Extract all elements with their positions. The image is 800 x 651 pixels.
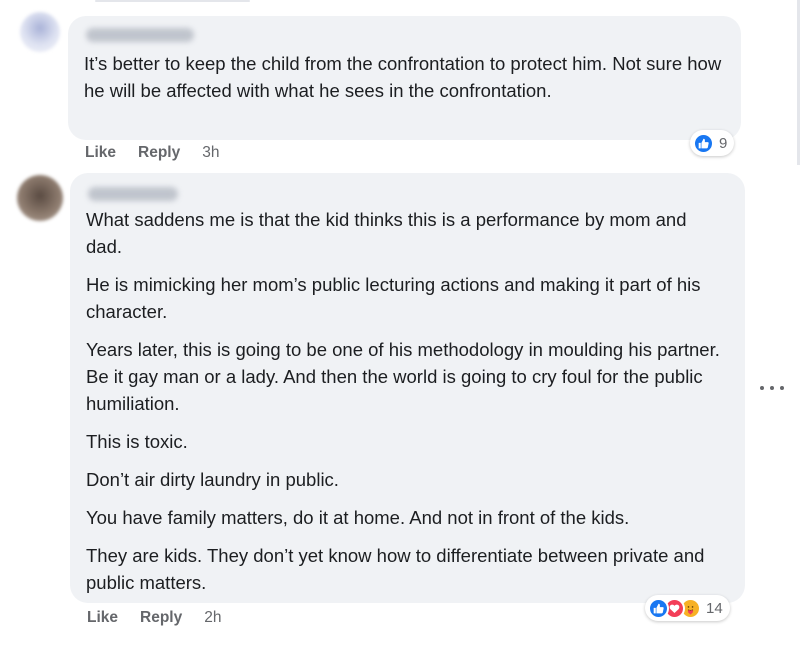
comment-timestamp[interactable]: 2h xyxy=(204,609,221,627)
reaction-count: 9 xyxy=(719,134,728,152)
comment-paragraph: They are kids. They don’t yet know how t… xyxy=(86,545,705,593)
reaction-summary[interactable]: 9 xyxy=(690,130,735,156)
author-name-blurred[interactable] xyxy=(88,187,178,201)
comment-actions: Like Reply 3h xyxy=(85,144,219,162)
author-name-blurred[interactable] xyxy=(86,28,194,42)
reply-button[interactable]: Reply xyxy=(138,144,180,162)
comment-paragraph: Don’t air dirty laundry in public. xyxy=(86,469,339,490)
comment-paragraph: You have family matters, do it at home. … xyxy=(86,507,630,528)
comment-timestamp[interactable]: 3h xyxy=(202,144,219,162)
comments-section: It’s better to keep the child from the c… xyxy=(0,0,800,651)
more-options-icon[interactable] xyxy=(760,378,784,398)
comment-actions: Like Reply 2h xyxy=(87,609,221,627)
comment-bubble: It’s better to keep the child from the c… xyxy=(68,16,741,140)
like-icon xyxy=(693,132,714,154)
comment-paragraph: It’s better to keep the child from the c… xyxy=(84,53,722,101)
avatar[interactable] xyxy=(17,175,63,221)
like-button[interactable]: Like xyxy=(87,609,118,627)
comment-paragraph: What saddens me is that the kid thinks t… xyxy=(86,209,687,257)
comment-text: It’s better to keep the child from the c… xyxy=(84,50,723,104)
comment-text: What saddens me is that the kid thinks t… xyxy=(86,206,727,596)
comment-paragraph: This is toxic. xyxy=(86,431,188,452)
divider xyxy=(95,0,250,2)
like-icon xyxy=(648,597,669,619)
reply-button[interactable]: Reply xyxy=(140,609,182,627)
comment-paragraph: Years later, this is going to be one of … xyxy=(86,339,720,414)
reaction-count: 14 xyxy=(706,599,723,617)
reaction-summary[interactable]: 14 xyxy=(645,595,730,621)
comment-paragraph: He is mimicking her mom’s public lecturi… xyxy=(86,274,701,322)
comment-bubble: What saddens me is that the kid thinks t… xyxy=(70,173,745,603)
like-button[interactable]: Like xyxy=(85,144,116,162)
avatar[interactable] xyxy=(20,12,60,52)
